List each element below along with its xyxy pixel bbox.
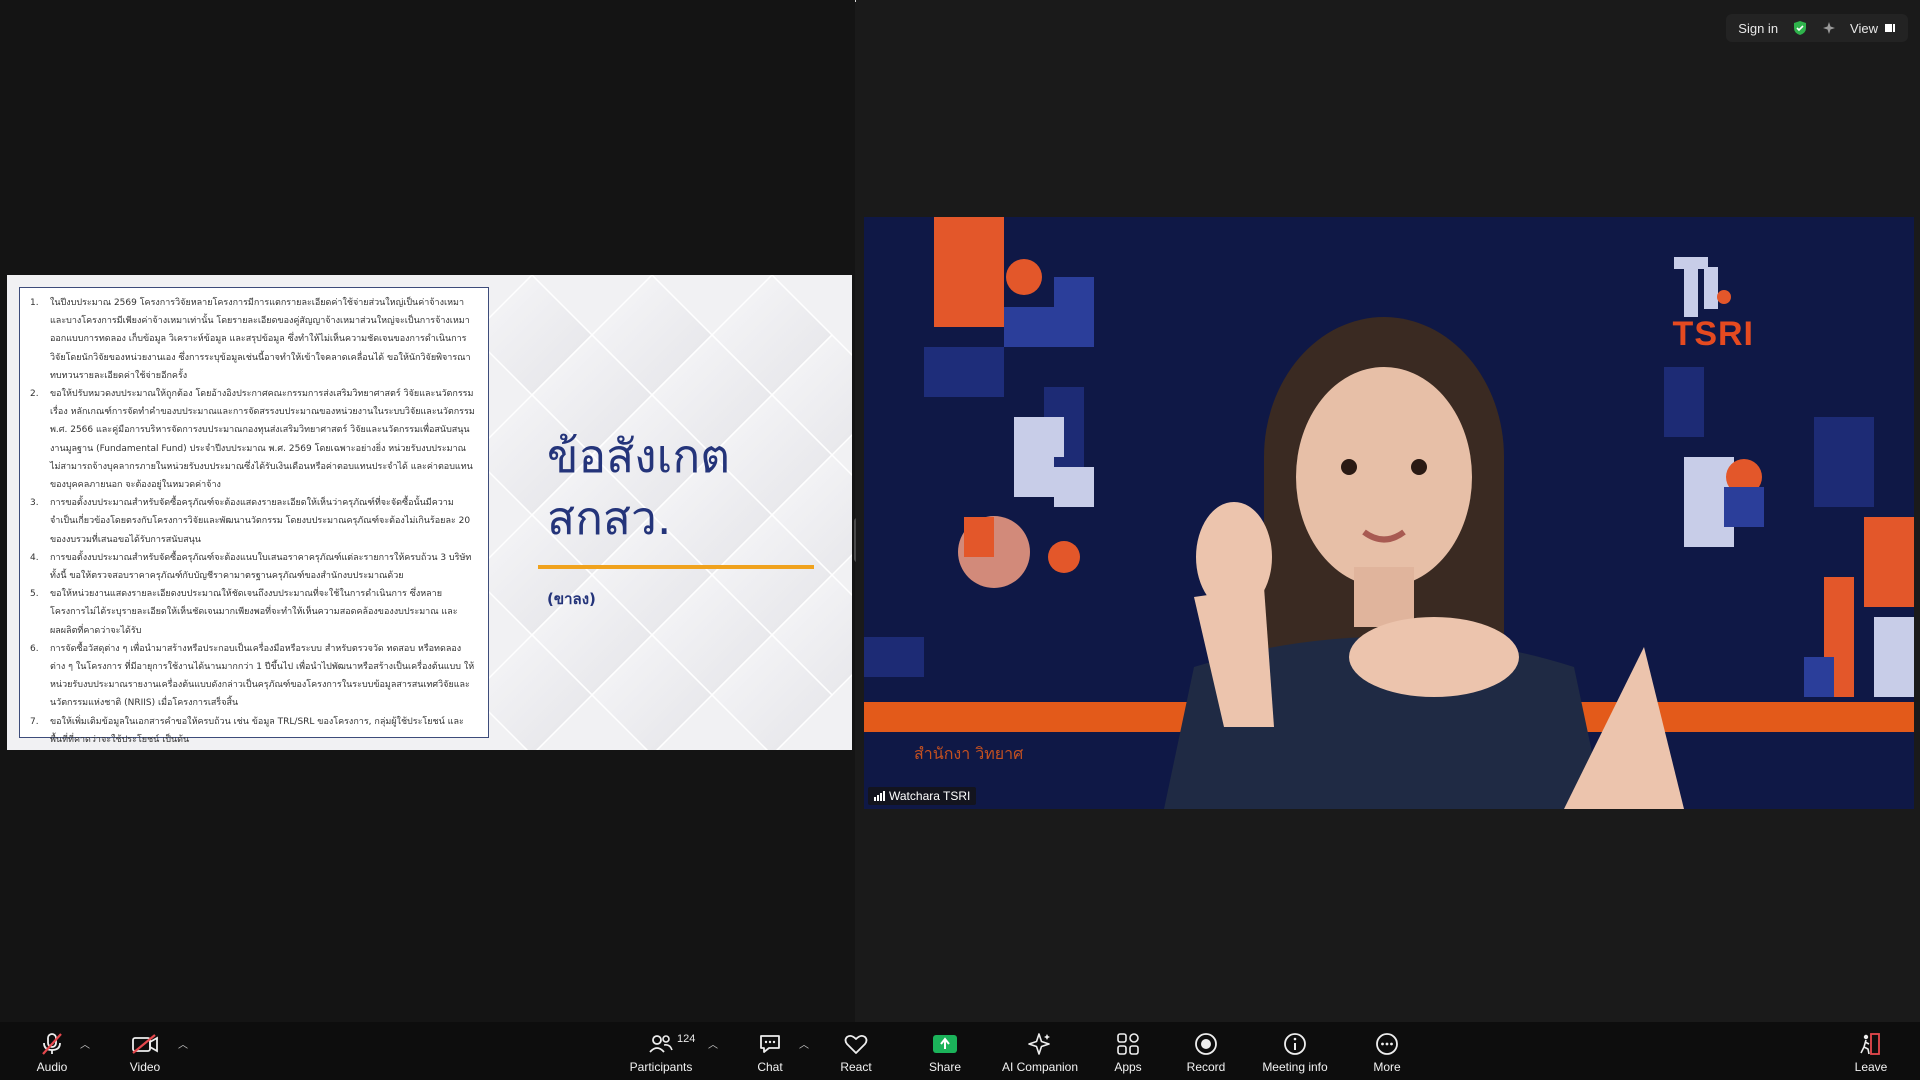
observation-item: 4. การขอตั้งงบประมาณสำหรับจัดซื้อครุภัณฑ์… — [30, 549, 476, 585]
apps-label: Apps — [1114, 1060, 1142, 1074]
observations-list: 1. ในปีงบประมาณ 2569 โครงการวิจัยหลายโครง… — [30, 294, 476, 749]
more-dots-icon — [1376, 1033, 1398, 1055]
audio-options-caret[interactable]: ︿ — [80, 1036, 90, 1051]
sign-in-button[interactable]: Sign in — [1738, 21, 1778, 36]
participant-video[interactable]: TSRI สำนักงา วิทยาศ Watchara TSRI — [864, 217, 1914, 809]
participant-person — [1164, 317, 1684, 809]
shield-check-icon[interactable] — [1792, 20, 1808, 36]
react-button[interactable]: React — [838, 1022, 874, 1080]
observation-text: ขอให้เพิ่มเติมข้อมูลในเอกสารคำขอให้ครบถ้… — [50, 716, 464, 745]
share-screen-icon — [933, 1035, 957, 1053]
observations-textbox: 1. ในปีงบประมาณ 2569 โครงการวิจัยหลายโครง… — [19, 287, 489, 745]
observation-item: 1. ในปีงบประมาณ 2569 โครงการวิจัยหลายโครง… — [30, 294, 476, 385]
shared-screen-pane: 1. ในปีงบประมาณ 2569 โครงการวิจัยหลายโครง… — [0, 0, 855, 1022]
chat-label: Chat — [757, 1060, 783, 1074]
video-label: Video — [129, 1060, 161, 1074]
meeting-stage: 1. ในปีงบประมาณ 2569 โครงการวิจัยหลายโครง… — [0, 0, 1920, 1022]
slide-heading-line1: ข้อสังเกต — [547, 429, 731, 483]
observation-number: 5. — [30, 589, 39, 600]
ai-companion-label: AI Companion — [1001, 1060, 1079, 1074]
chat-bubble-icon — [760, 1035, 780, 1053]
ai-sparkle-icon[interactable] — [1822, 21, 1836, 35]
observation-text: การขอตั้งงบประมาณสำหรับจัดซื้อครุภัณฑ์จะ… — [50, 552, 472, 582]
heart-icon — [844, 1034, 868, 1054]
view-layout-icon — [1885, 24, 1895, 32]
observation-number: 7. — [30, 716, 39, 727]
view-label: View — [1850, 20, 1878, 36]
share-button[interactable]: Share — [926, 1022, 964, 1080]
meeting-toolbar: Audio ︿ Video ︿ Participants 124 ︿ Chat … — [0, 1022, 1920, 1080]
participants-options-caret[interactable]: ︿ — [708, 1036, 718, 1051]
slide-heading-line2: สกสว. — [547, 491, 672, 545]
participants-icon — [649, 1035, 673, 1053]
leave-door-icon — [1860, 1033, 1880, 1055]
more-button[interactable]: More — [1370, 1022, 1404, 1080]
record-icon — [1195, 1033, 1217, 1055]
participant-name-tag: Watchara TSRI — [868, 787, 977, 805]
top-right-controls: Sign in View — [1726, 14, 1908, 42]
record-button[interactable]: Record — [1184, 1022, 1228, 1080]
camera-off-icon — [132, 1034, 158, 1054]
participants-label: Participants — [629, 1060, 693, 1074]
observation-item: 2. ขอให้ปรับหมวดงบประมาณให้ถูกต้อง โดยอ้า… — [30, 385, 476, 494]
audio-label: Audio — [36, 1060, 68, 1074]
observation-number: 1. — [30, 298, 39, 308]
observation-item: 5. ขอให้หน่วยงานแสดงรายละเอียดงบประมาณให้… — [30, 585, 476, 640]
apps-grid-icon — [1117, 1033, 1139, 1055]
more-label: More — [1373, 1060, 1401, 1074]
participant-name: Watchara TSRI — [889, 789, 971, 803]
video-options-caret[interactable]: ︿ — [178, 1036, 188, 1051]
leave-label: Leave — [1854, 1060, 1888, 1074]
chat-options-caret[interactable]: ︿ — [799, 1036, 809, 1051]
video-button[interactable]: Video — [120, 1022, 170, 1080]
observation-item: 6. การจัดซื้อวัสดุต่าง ๆ เพื่อนำมาสร้างหร… — [30, 640, 476, 713]
signal-strength-icon — [874, 791, 885, 801]
react-label: React — [840, 1060, 872, 1074]
observation-text: ขอให้ปรับหมวดงบประมาณให้ถูกต้อง โดยอ้างอ… — [50, 389, 475, 491]
background-org-text: สำนักงา วิทยาศ — [914, 744, 1024, 763]
share-label: Share — [928, 1060, 962, 1074]
participants-count: 124 — [677, 1033, 696, 1045]
view-button[interactable]: View — [1850, 21, 1896, 36]
heading-underline — [538, 565, 814, 569]
participants-button[interactable]: Participants — [624, 1022, 698, 1080]
apps-button[interactable]: Apps — [1110, 1022, 1146, 1080]
observation-number: 6. — [30, 643, 39, 654]
leave-button[interactable]: Leave — [1854, 1022, 1888, 1080]
slide-subnote: (ขาลง) — [547, 590, 596, 608]
microphone-muted-icon — [42, 1033, 62, 1055]
observation-text: ขอให้หน่วยงานแสดงรายละเอียดงบประมาณให้ชั… — [50, 589, 458, 636]
shared-slide: 1. ในปีงบประมาณ 2569 โครงการวิจัยหลายโครง… — [7, 275, 852, 750]
observation-number: 4. — [30, 552, 39, 563]
observation-item: 3. การขอตั้งงบประมาณสำหรับจัดซื้อครุภัณฑ์… — [30, 494, 476, 549]
record-label: Record — [1186, 1060, 1226, 1074]
info-icon — [1284, 1033, 1306, 1055]
ai-companion-button[interactable]: AI Companion — [1000, 1022, 1080, 1080]
observation-number: 3. — [30, 498, 39, 509]
observation-text: การขอตั้งงบประมาณสำหรับจัดซื้อครุภัณฑ์จะ… — [50, 498, 471, 545]
observation-text: การจัดซื้อวัสดุต่าง ๆ เพื่อนำมาสร้างหรือ… — [50, 643, 475, 709]
audio-button[interactable]: Audio — [28, 1022, 76, 1080]
slide-heading: ข้อสังเกต สกสว. — [547, 425, 827, 549]
chat-button[interactable]: Chat — [752, 1022, 788, 1080]
observation-text: ในปีงบประมาณ 2569 โครงการวิจัยหลายโครงกา… — [50, 298, 471, 381]
ai-companion-sparkle-icon — [1028, 1033, 1050, 1055]
meeting-info-label: Meeting info — [1262, 1060, 1328, 1074]
observation-number: 2. — [30, 389, 39, 400]
observation-item: 7. ขอให้เพิ่มเติมข้อมูลในเอกสารคำขอให้ครบ… — [30, 713, 476, 749]
meeting-info-button[interactable]: Meeting info — [1258, 1022, 1332, 1080]
